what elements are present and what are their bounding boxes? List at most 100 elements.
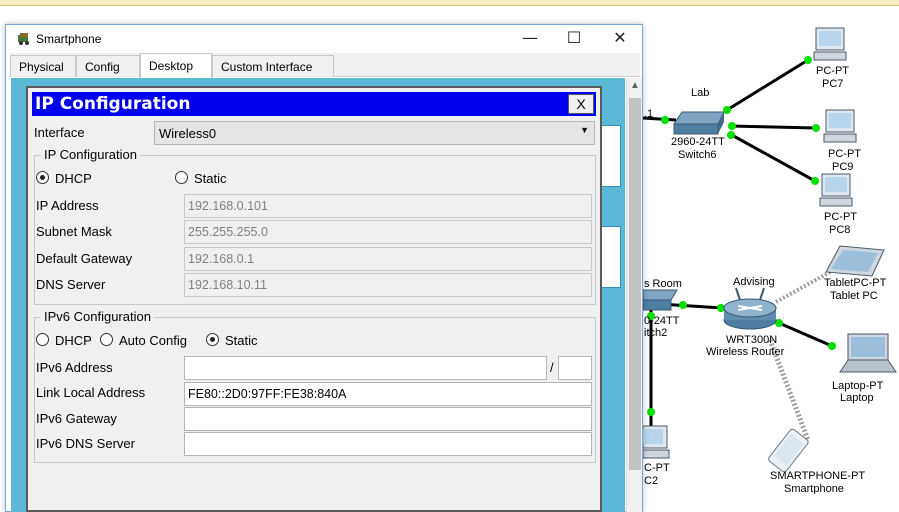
pc-icon[interactable] xyxy=(819,173,853,207)
dialog-title: IP Configuration xyxy=(35,94,191,114)
interface-label: Interface xyxy=(34,125,85,140)
scroll-up-icon[interactable]: ▲ xyxy=(627,78,643,94)
pc-icon[interactable] xyxy=(823,109,857,143)
app-icon xyxy=(18,33,29,45)
ipv6-auto-config-radio[interactable] xyxy=(100,333,113,346)
link-switch6-pc8 xyxy=(729,132,816,183)
background-panel xyxy=(601,226,621,288)
vertical-scrollbar[interactable]: ▲ xyxy=(626,78,642,512)
ipv6-gateway-field[interactable] xyxy=(184,407,592,431)
ipv4-group-legend: IP Configuration xyxy=(41,147,140,162)
tab-custom-interface[interactable]: Custom Interface xyxy=(212,55,334,77)
wireless-link-tablet xyxy=(775,270,831,304)
default-gateway-label: Default Gateway xyxy=(36,251,133,266)
dialog-close-button[interactable]: X xyxy=(568,94,594,114)
ipv6-address-label: IPv6 Address xyxy=(36,360,113,375)
link-local-address-field[interactable]: FE80::2D0:97FF:FE38:840A xyxy=(184,382,592,406)
interface-select[interactable]: Wireless0 ▼ xyxy=(154,121,595,145)
ipv6-group-legend: IPv6 Configuration xyxy=(41,309,154,324)
label-pc2-name: C2 xyxy=(644,475,659,487)
label-pc9-type: PC-PT xyxy=(828,148,861,160)
ipv6-prefix-separator: / xyxy=(550,360,554,375)
window-title: Smartphone xyxy=(36,32,102,46)
maximize-icon[interactable]: ☐ xyxy=(554,27,594,51)
port-dot xyxy=(647,408,655,416)
wireless-router-icon[interactable] xyxy=(723,287,777,330)
label-pc8-name: PC8 xyxy=(829,224,851,236)
smartphone-icon[interactable] xyxy=(767,428,809,473)
window-titlebar[interactable]: Smartphone — ☐ ✕ xyxy=(6,25,642,53)
ipv6-dns-server-field[interactable] xyxy=(184,432,592,456)
label-switch2-area: s Room xyxy=(644,278,682,290)
tab-config[interactable]: Config xyxy=(76,55,140,77)
label-advising-area: Advising xyxy=(733,276,775,288)
port-dot xyxy=(661,116,669,124)
label-lab-area: Lab xyxy=(691,87,710,99)
ipv4-static-label: Static xyxy=(194,171,227,186)
ipv4-dhcp-label: DHCP xyxy=(55,171,92,186)
ip-address-label: IP Address xyxy=(36,198,99,213)
label-smartphone-name: Smartphone xyxy=(784,483,844,494)
scroll-thumb[interactable] xyxy=(629,98,641,470)
pc-icon[interactable] xyxy=(813,27,847,61)
minimize-icon[interactable]: — xyxy=(510,27,550,51)
ipv6-dhcp-radio[interactable] xyxy=(36,333,49,346)
subnet-mask-label: Subnet Mask xyxy=(36,224,112,239)
dns-server-label: DNS Server xyxy=(36,277,106,292)
link-switch6-pc7 xyxy=(726,58,809,112)
ipv6-gateway-label: IPv6 Gateway xyxy=(36,411,117,426)
tab-physical[interactable]: Physical xyxy=(10,55,76,77)
close-icon[interactable]: ✕ xyxy=(600,27,640,51)
default-gateway-field[interactable]: 192.168.0.1 xyxy=(184,247,592,271)
ipv6-address-field[interactable] xyxy=(184,356,547,380)
port-dot xyxy=(812,124,820,132)
link-router-laptop xyxy=(778,321,833,348)
chevron-down-icon: ▼ xyxy=(580,125,589,135)
ipv4-static-radio[interactable] xyxy=(175,171,188,184)
tab-desktop[interactable]: Desktop xyxy=(140,53,212,78)
window-tabs: Physical Config Desktop Custom Interface xyxy=(10,53,640,78)
label-pc9-name: PC9 xyxy=(832,161,854,173)
ip-address-field[interactable]: 192.168.0.101 xyxy=(184,194,592,218)
ipv6-prefix-field[interactable] xyxy=(558,356,592,380)
label-smartphone-type: SMARTPHONE-PT xyxy=(770,470,866,482)
link-local-address-label: Link Local Address xyxy=(36,385,146,400)
label-tablet-type: TabletPC-PT xyxy=(824,277,887,289)
label-switch6-type: 2960-24TT xyxy=(671,136,725,148)
laptop-icon[interactable] xyxy=(839,333,897,373)
ipv6-static-label: Static xyxy=(225,333,258,348)
pc-icon[interactable] xyxy=(642,425,670,459)
ipv6-dns-server-label: IPv6 DNS Server xyxy=(36,436,135,451)
background-panel xyxy=(601,125,621,187)
dialog-titlebar: IP Configuration X xyxy=(32,92,596,116)
ipv6-dhcp-label: DHCP xyxy=(55,333,92,348)
label-tablet-name: Tablet PC xyxy=(830,290,878,302)
label-pc8-type: PC-PT xyxy=(824,211,857,223)
ipv6-static-radio[interactable] xyxy=(206,333,219,346)
port-dot xyxy=(828,342,836,350)
label-pc2-type: C-PT xyxy=(644,462,670,474)
port-dot xyxy=(679,301,687,309)
label-router-name: Wireless Router xyxy=(706,346,785,358)
port-dot xyxy=(727,131,735,139)
port-dot xyxy=(811,177,819,185)
label-pc7-name: PC7 xyxy=(822,78,844,90)
interface-value: Wireless0 xyxy=(159,126,217,141)
port-dot xyxy=(804,56,812,64)
link-label: .1 xyxy=(644,108,654,120)
switch-icon[interactable] xyxy=(673,111,725,135)
dns-server-field[interactable]: 192.168.10.11 xyxy=(184,273,592,297)
ipv6-auto-config-label: Auto Config xyxy=(119,333,187,348)
tablet-icon[interactable] xyxy=(825,245,885,277)
label-laptop-name: Laptop xyxy=(840,392,874,404)
label-switch6-name: Switch6 xyxy=(678,149,717,161)
link-switch6-pc9 xyxy=(729,124,817,130)
port-dot xyxy=(728,122,736,130)
ip-configuration-dialog: IP Configuration X Interface Wireless0 ▼… xyxy=(26,86,602,512)
subnet-mask-field[interactable]: 255.255.255.0 xyxy=(184,220,592,244)
ipv4-dhcp-radio[interactable] xyxy=(36,171,49,184)
switch-icon[interactable] xyxy=(642,289,678,311)
port-dot xyxy=(723,106,731,114)
label-pc7-type: PC-PT xyxy=(816,65,849,77)
label-switch2-name: itch2 xyxy=(644,327,668,339)
